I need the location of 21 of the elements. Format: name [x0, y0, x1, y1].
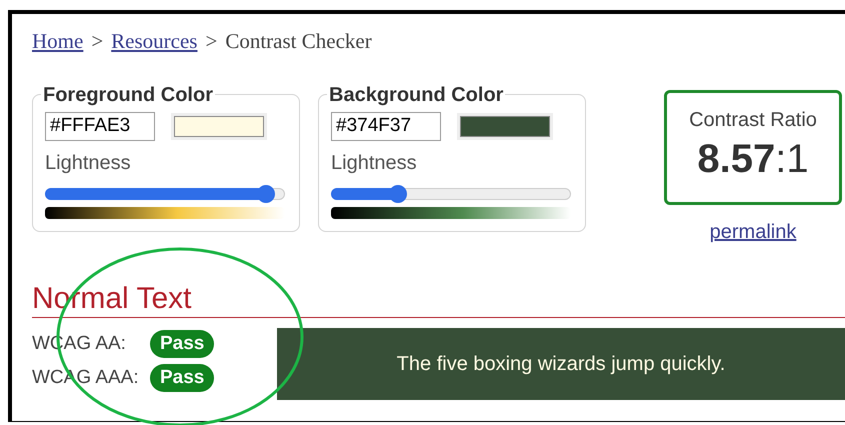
breadcrumb-separator: >	[205, 28, 218, 55]
lightness-slider[interactable]	[45, 184, 285, 202]
panel-legend: Background Color	[327, 82, 506, 108]
hex-field[interactable]: #FFFAE3	[45, 112, 155, 140]
lightness-label: Lightness	[331, 150, 418, 174]
sample-text-preview: The five boxing wizards jump quickly.	[277, 328, 845, 400]
hex-field[interactable]: #374F37	[331, 112, 441, 140]
panel-legend: Foreground Color	[41, 82, 215, 108]
breadcrumb-link[interactable]: Home	[32, 26, 84, 58]
lightness-label: Lightness	[45, 150, 132, 174]
result-badge: Pass	[150, 330, 214, 358]
permalink[interactable]: permalink	[710, 216, 796, 246]
breadcrumb-separator: >	[91, 28, 104, 55]
contrast-ratio-value: 8.57:1	[697, 136, 809, 182]
color-swatch[interactable]	[171, 112, 267, 140]
color-swatch[interactable]	[457, 112, 553, 140]
breadcrumb-current: Contrast Checker	[225, 28, 372, 55]
contrast-ratio-title: Contrast Ratio	[689, 108, 817, 132]
result-badge: Pass	[150, 364, 214, 392]
lightness-slider[interactable]	[331, 184, 571, 202]
breadcrumb-link[interactable]: Resources	[111, 26, 198, 58]
